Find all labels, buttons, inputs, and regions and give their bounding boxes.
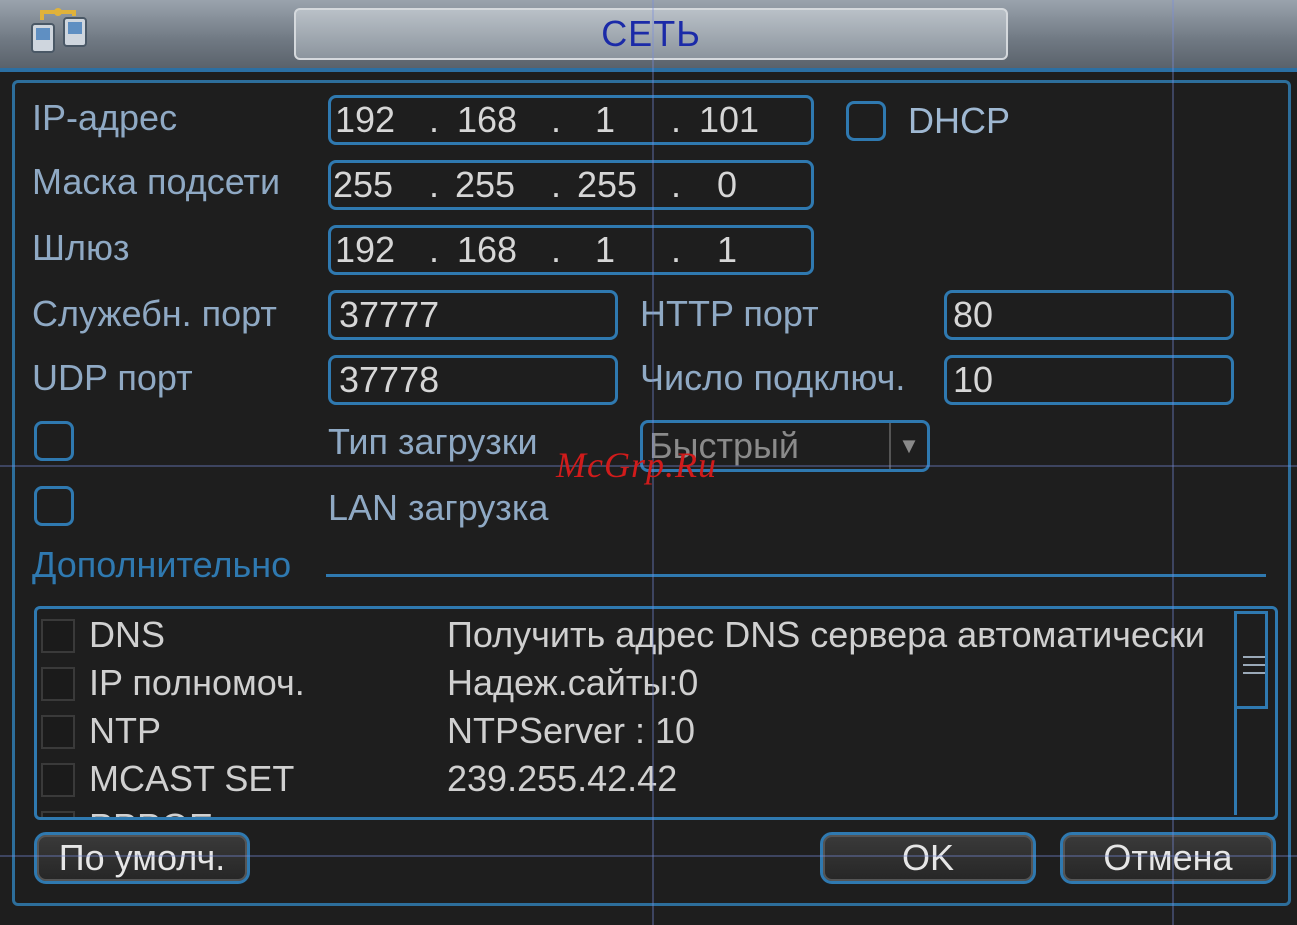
octet-separator: . — [551, 99, 562, 140]
grip-line — [1243, 656, 1265, 658]
ip-address-label: IP-адрес — [32, 97, 178, 138]
advanced-section-label: Дополнительно — [32, 544, 292, 585]
title-bar: СЕТЬ — [0, 0, 1297, 72]
service-port-label: Служебн. порт — [32, 293, 277, 334]
download-type-label: Тип загрузки — [328, 421, 538, 462]
mask-octet-4[interactable]: 0 — [717, 163, 737, 207]
octet-separator: . — [671, 99, 682, 140]
ip-octet-2[interactable]: 168 — [457, 98, 517, 142]
cancel-button[interactable]: Отмена — [1060, 832, 1276, 884]
row-name: DNS — [89, 614, 166, 655]
list-item[interactable]: NTP NTPServer : 10 — [37, 707, 1237, 755]
gateway-octet-2[interactable]: 168 — [457, 228, 517, 272]
ip-octet-4[interactable]: 101 — [699, 98, 759, 142]
max-connections-label: Число подключ. — [640, 357, 906, 398]
row-checkbox[interactable] — [41, 763, 75, 797]
row-checkbox[interactable] — [41, 811, 75, 817]
ip-octet-3[interactable]: 1 — [595, 98, 615, 142]
max-connections-input[interactable]: 10 — [944, 355, 1234, 405]
mask-octet-1[interactable]: 255 — [333, 163, 393, 207]
grip-line — [1243, 672, 1265, 674]
row-value: 239.255.42.42 — [447, 758, 678, 799]
http-port-label: HTTP порт — [640, 293, 819, 334]
row-name: PPPOE — [89, 803, 213, 817]
ok-button[interactable]: OK — [820, 832, 1036, 884]
udp-port-label: UDP порт — [32, 357, 193, 398]
udp-port-input[interactable]: 37778 — [328, 355, 618, 405]
list-item[interactable]: MCAST SET 239.255.42.42 — [37, 755, 1237, 803]
grip-line — [1243, 664, 1265, 666]
mask-octet-2[interactable]: 255 — [455, 163, 515, 207]
row-checkbox[interactable] — [41, 715, 75, 749]
ip-address-field[interactable]: 192 . 168 . 1 . 101 — [328, 95, 814, 145]
default-button[interactable]: По умолч. — [34, 832, 250, 884]
advanced-list[interactable]: DNS Получить адрес DNS сервера автоматич… — [34, 606, 1278, 820]
list-item[interactable]: DNS Получить адрес DNS сервера автоматич… — [37, 611, 1237, 659]
subnet-mask-label: Маска подсети — [32, 161, 281, 202]
gateway-label: Шлюз — [32, 227, 130, 268]
row-value: NTPServer : 10 — [447, 710, 696, 751]
chevron-down-icon[interactable]: ▼ — [889, 423, 927, 469]
overlay-grid-line — [0, 855, 1297, 857]
gateway-octet-4[interactable]: 1 — [717, 228, 737, 272]
overlay-grid-line — [1172, 0, 1174, 925]
row-value: Получить адрес DNS сервера автоматически — [447, 614, 1205, 655]
window-title: СЕТЬ — [294, 8, 1008, 60]
http-port-input[interactable]: 80 — [944, 290, 1234, 340]
row-name: IP полномоч. — [89, 662, 305, 703]
octet-separator: . — [429, 99, 440, 140]
list-item[interactable]: PPPOE — [37, 803, 1237, 817]
gateway-octet-1[interactable]: 192 — [335, 228, 395, 272]
gateway-octet-3[interactable]: 1 — [595, 228, 615, 272]
octet-separator: . — [671, 229, 682, 270]
row-name: MCAST SET — [89, 758, 295, 799]
row-checkbox[interactable] — [41, 667, 75, 701]
dhcp-checkbox[interactable] — [846, 101, 886, 141]
octet-separator: . — [429, 164, 440, 205]
row-name: NTP — [89, 710, 161, 751]
watermark: McGrp.Ru — [556, 445, 717, 485]
service-port-input[interactable]: 37777 — [328, 290, 618, 340]
row-checkbox[interactable] — [41, 619, 75, 653]
mask-octet-3[interactable]: 255 — [577, 163, 637, 207]
scroll-thumb[interactable] — [1237, 611, 1268, 709]
list-item[interactable]: IP полномоч. Надеж.сайты:0 — [37, 659, 1237, 707]
gateway-field[interactable]: 192 . 168 . 1 . 1 — [328, 225, 814, 275]
octet-separator: . — [429, 229, 440, 270]
octet-separator: . — [671, 164, 682, 205]
network-icon — [31, 8, 87, 53]
lan-download-label: LAN загрузка — [328, 487, 549, 528]
octet-separator: . — [551, 229, 562, 270]
ip-octet-1[interactable]: 192 — [335, 98, 395, 142]
download-type-checkbox[interactable] — [34, 421, 74, 461]
octet-separator: . — [551, 164, 562, 205]
dhcp-label: DHCP — [908, 100, 1011, 141]
row-value: Надеж.сайты:0 — [447, 662, 699, 703]
section-divider — [326, 574, 1266, 577]
list-scrollbar[interactable] — [1234, 611, 1271, 815]
subnet-mask-field[interactable]: 255 . 255 . 255 . 0 — [328, 160, 814, 210]
lan-download-checkbox[interactable] — [34, 486, 74, 526]
